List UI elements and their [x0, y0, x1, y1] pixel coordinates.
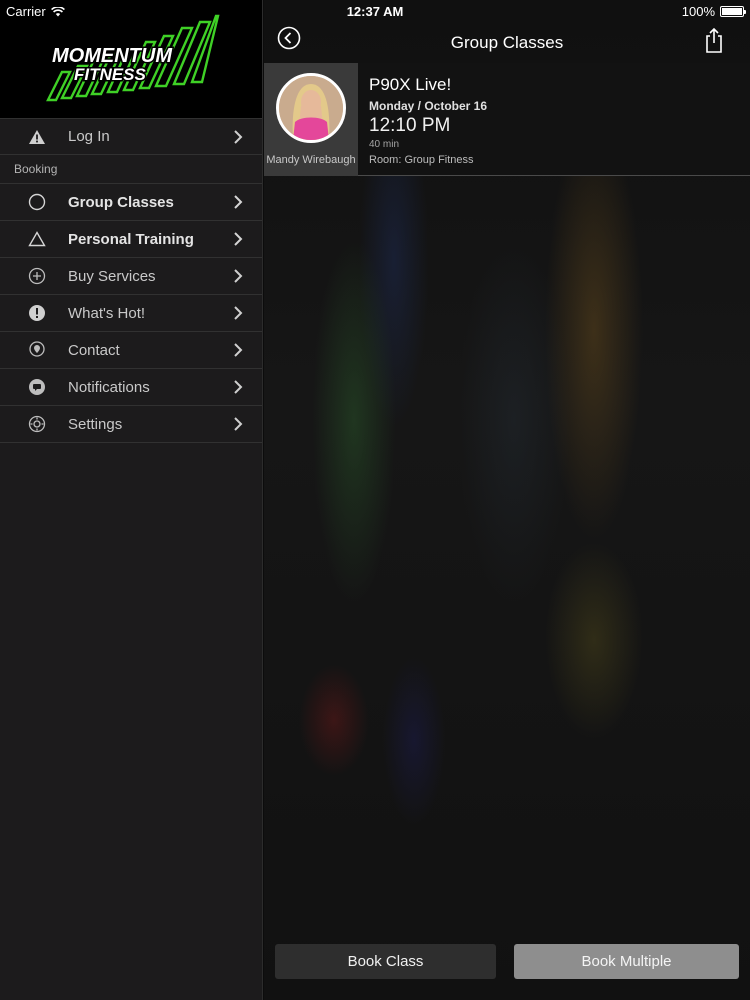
login-label: Log In	[68, 128, 110, 145]
sidebar-item-label: Buy Services	[68, 267, 156, 285]
gear-icon	[26, 413, 48, 435]
class-room: Room: Group Fitness	[369, 154, 474, 166]
sidebar-item-label: Settings	[68, 415, 123, 433]
class-info: P90X Live! Monday / October 16 12:10 PM …	[369, 75, 487, 166]
class-card[interactable]: Mandy Wirebaugh P90X Live! Monday / Octo…	[264, 63, 750, 176]
instructor-name: Mandy Wirebaugh	[266, 154, 356, 166]
circle-icon	[26, 191, 48, 213]
class-name: P90X Live!	[369, 75, 452, 94]
chevron-right-icon	[234, 380, 243, 394]
instructor-box: Mandy Wirebaugh	[264, 63, 358, 176]
svg-text:FITNESS: FITNESS	[74, 65, 146, 84]
share-button[interactable]	[704, 26, 724, 54]
login-item[interactable]: Log In	[0, 118, 262, 155]
main-panel: Group Classes Mandy Wirebaugh P90X Live!	[264, 0, 750, 1000]
sidebar-item-label: Contact	[68, 341, 120, 359]
plus-circle-icon	[26, 265, 48, 287]
class-date: Monday / October 16	[369, 99, 488, 113]
chevron-right-icon	[234, 417, 243, 431]
momentum-fitness-logo: MOMENTUM FITNESS	[46, 14, 220, 102]
clock: 12:37 AM	[346, 4, 404, 19]
sidebar-item-buy-services[interactable]: Buy Services	[0, 258, 262, 295]
instructor-avatar	[276, 73, 346, 143]
chevron-right-icon	[234, 269, 243, 283]
chevron-right-icon	[234, 232, 243, 246]
navigation-bar: Group Classes	[264, 22, 750, 62]
sidebar-item-personal-training[interactable]: Personal Training	[0, 221, 262, 258]
sidebar-item-settings[interactable]: Settings	[0, 406, 262, 443]
sidebar: MOMENTUM FITNESS Log In Booking Group Cl…	[0, 0, 263, 1000]
sidebar-item-notifications[interactable]: Notifications	[0, 369, 262, 406]
location-pin-icon	[26, 339, 48, 361]
exclamation-circle-icon	[26, 302, 48, 324]
sidebar-item-group-classes[interactable]: Group Classes	[0, 184, 262, 221]
sidebar-item-whats-hot[interactable]: What's Hot!	[0, 295, 262, 332]
sidebar-item-label: What's Hot!	[68, 304, 146, 322]
sidebar-item-label: Notifications	[68, 378, 150, 396]
status-bar: Carrier 12:37 AM 100%	[0, 0, 750, 22]
sidebar-item-label: Group Classes	[68, 193, 174, 211]
booking-section-header: Booking	[0, 155, 262, 184]
chevron-right-icon	[234, 195, 243, 209]
warning-icon	[26, 126, 48, 148]
triangle-icon	[26, 228, 48, 250]
chevron-right-icon	[234, 306, 243, 320]
class-time: 12:10 PM	[369, 115, 451, 136]
page-title: Group Classes	[450, 33, 564, 52]
chat-bubble-icon	[26, 376, 48, 398]
sidebar-item-contact[interactable]: Contact	[0, 332, 262, 369]
chevron-right-icon	[234, 343, 243, 357]
battery-percent: 100%	[681, 4, 715, 19]
battery-icon	[720, 6, 746, 17]
book-multiple-button[interactable]: Book Multiple	[514, 944, 739, 979]
battery-indicator: 100%	[681, 4, 746, 19]
svg-text:MOMENTUM: MOMENTUM	[52, 45, 173, 67]
sidebar-item-label: Personal Training	[68, 230, 194, 248]
class-duration: 40 min	[369, 139, 400, 150]
book-class-button[interactable]: Book Class	[275, 944, 496, 979]
chevron-right-icon	[234, 130, 243, 144]
